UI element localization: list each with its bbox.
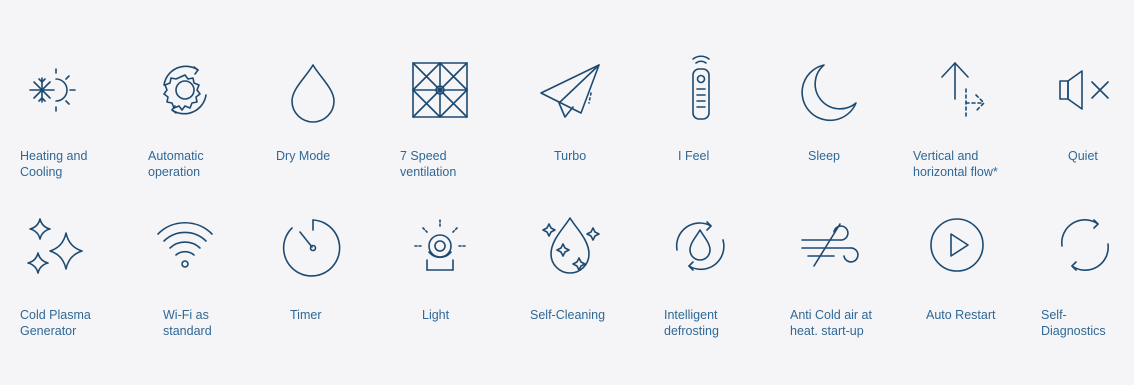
feature-label: 7 Speed ventilation (400, 149, 457, 179)
feature-label: Anti Cold air at heat. start-up (790, 308, 872, 338)
timer-icon (278, 210, 348, 280)
droplet-icon (278, 55, 348, 125)
clean-drop-icon (535, 210, 605, 280)
speaker-mute-icon (1050, 55, 1120, 125)
feature-label: Dry Mode (276, 149, 331, 163)
feature-label: Sleep (808, 149, 840, 163)
feature-label: I Feel (678, 149, 710, 163)
feature-label: Intelligent defrosting (664, 308, 719, 338)
sparkles-icon (20, 213, 90, 283)
feature-label: Timer (290, 308, 322, 322)
feature-label: Quiet (1068, 149, 1098, 163)
play-icon (922, 210, 992, 280)
feature-label: Self- Diagnostics (1041, 308, 1106, 338)
feature-label: Cold Plasma Generator (20, 308, 91, 338)
moon-icon (794, 55, 864, 125)
features-panel: Heating and Cooling Automatic operation … (0, 0, 1134, 385)
remote-control-icon (666, 55, 736, 125)
defrost-icon (665, 210, 735, 280)
feature-label: Light (422, 308, 450, 322)
auto-gear-icon (150, 55, 220, 125)
feature-label: Automatic operation (148, 149, 204, 179)
pinwheel-icon (405, 55, 475, 125)
paper-plane-icon (535, 55, 605, 125)
feature-label: Auto Restart (926, 308, 996, 322)
feature-label: Wi-Fi as standard (163, 308, 212, 338)
light-icon (405, 210, 475, 280)
refresh-icon (1050, 210, 1120, 280)
snowflake-sun-icon (20, 55, 90, 125)
feature-label: Heating and Cooling (20, 149, 88, 179)
feature-label: Vertical and horizontal flow* (913, 149, 998, 179)
airflow-arrows-icon (922, 55, 992, 125)
feature-label: Turbo (554, 149, 587, 163)
feature-label: Self-Cleaning (530, 308, 606, 322)
wifi-icon (150, 210, 220, 280)
wind-no-cold-icon (794, 210, 864, 280)
